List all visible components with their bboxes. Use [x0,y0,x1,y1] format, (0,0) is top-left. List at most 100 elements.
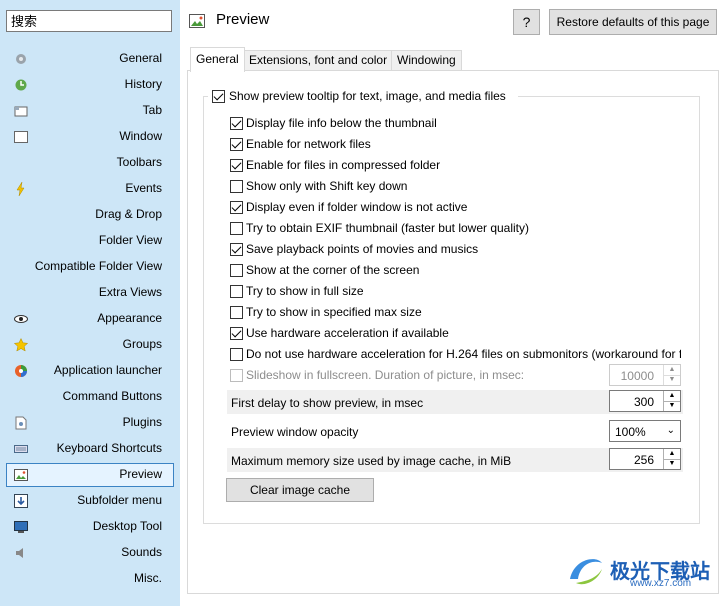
sidebar-item-label: Extra Views [98,285,162,299]
sidebar-item-groups[interactable]: Groups [6,333,174,357]
select-value: 100% [615,425,646,439]
slideshow-label: Slideshow in fullscreen. Duration of pic… [246,368,525,382]
sidebar-item-general[interactable]: General [6,47,174,71]
first-delay-label: First delay to show preview, in msec [231,396,424,410]
sidebar-item-label: Groups [122,337,162,351]
sidebar-item-label: Plugins [122,415,162,429]
display-file-info-checkbox[interactable] [230,117,243,130]
opacity-label: Preview window opacity [231,425,359,439]
exif-thumbnail-checkbox[interactable] [230,222,243,235]
sidebar-item-folder-view[interactable]: Folder View [6,229,174,253]
option-label: Enable for files in compressed folder [246,158,441,172]
sidebar-item-command-buttons[interactable]: Command Buttons [6,385,174,409]
sidebar-item-appearance[interactable]: Appearance [6,307,174,331]
chevron-down-icon[interactable]: ▼ [664,401,680,411]
enable-compressed-folder-checkbox[interactable] [230,159,243,172]
picture-icon [14,469,28,481]
save-playback-points-checkbox[interactable] [230,243,243,256]
sidebar-item-application-launcher[interactable]: Application launcher [6,359,174,383]
show-preview-tooltip-label: Show preview tooltip for text, image, an… [229,89,506,103]
star-icon [14,338,28,352]
specified-max-size-checkbox[interactable] [230,306,243,319]
sidebar-item-tab[interactable]: Tab [6,99,174,123]
option-label: Enable for network files [246,137,371,151]
sidebar-item-preview[interactable]: Preview [6,463,174,487]
chevron-down-icon[interactable]: ▼ [664,459,680,469]
help-button[interactable]: ? [513,9,540,35]
sidebar-item-label: Keyboard Shortcuts [56,441,162,455]
slideshow-duration-stepper[interactable]: 10000 ▲ ▼ [609,364,681,386]
plugin-icon [15,416,27,430]
sidebar-item-label: Subfolder menu [77,493,162,507]
no-hw-accel-h264-checkbox[interactable] [230,348,243,361]
sidebar-item-label: Command Buttons [62,389,162,403]
tab-icon [14,106,28,117]
page-title: Preview [216,11,270,28]
sidebar-item-drag-drop[interactable]: Drag & Drop [6,203,174,227]
enable-network-files-checkbox[interactable] [230,138,243,151]
tab-extensions-font-color[interactable]: Extensions, font and color [243,50,394,71]
tab-windowing[interactable]: Windowing [391,50,462,71]
sidebar-item-label: General [119,51,162,65]
monitor-icon [14,521,28,533]
option-label-clip: Do not use hardware acceleration for H.2… [246,347,681,363]
sidebar-item-label: Desktop Tool [92,519,162,533]
sidebar-item-keyboard-shortcuts[interactable]: Keyboard Shortcuts [6,437,174,461]
option-label: Do not use hardware acceleration for H.2… [246,347,681,361]
sidebar-item-misc[interactable]: Misc. [6,567,174,591]
window-icon [14,131,28,143]
sidebar-item-label: Toolbars [116,155,162,169]
sidebar-item-label: Tab [142,103,162,117]
sidebar-item-extra-views[interactable]: Extra Views [6,281,174,305]
sidebar-item-label: Preview [119,467,162,481]
sidebar-item-label: Compatible Folder View [34,259,162,273]
sidebar-item-label: Misc. [134,571,162,585]
option-label: Show at the corner of the screen [246,263,420,277]
sidebar-item-sounds[interactable]: Sounds [6,541,174,565]
option-label: Display file info below the thumbnail [246,116,437,130]
sidebar-item-label: Sounds [121,545,162,559]
slideshow-checkbox[interactable] [230,369,243,382]
sidebar-item-toolbars[interactable]: Toolbars [6,151,174,175]
full-size-checkbox[interactable] [230,285,243,298]
sidebar: General History Tab Window Toolbars Even… [0,0,180,606]
launcher-icon [15,365,27,377]
clear-image-cache-button[interactable]: Clear image cache [226,478,374,502]
option-label: Try to show in specified max size [246,305,422,319]
display-inactive-window-checkbox[interactable] [230,201,243,214]
sidebar-item-events[interactable]: Events [6,177,174,201]
sidebar-item-desktop-tool[interactable]: Desktop Tool [6,515,174,539]
watermark-logo: 极光下载站 www.xz7.com [566,551,718,591]
stepper-value: 300 [633,395,654,409]
first-delay-stepper[interactable]: 300 ▲ ▼ [609,390,681,412]
option-label: Save playback points of movies and music… [246,242,479,256]
restore-defaults-button[interactable]: Restore defaults of this page [549,9,717,35]
option-label: Try to show in full size [246,284,364,298]
sidebar-item-plugins[interactable]: Plugins [6,411,174,435]
sidebar-item-label: Folder View [98,233,162,247]
option-label: Show only with Shift key down [246,179,408,193]
stepper-value: 10000 [620,369,654,383]
show-preview-tooltip-checkbox[interactable] [212,90,225,103]
hardware-acceleration-checkbox[interactable] [230,327,243,340]
search-input[interactable] [6,10,172,32]
corner-of-screen-checkbox[interactable] [230,264,243,277]
option-label: Use hardware acceleration if available [246,326,449,340]
sidebar-item-label: Events [125,181,162,195]
option-label: Display even if folder window is not act… [246,200,468,214]
sidebar-item-window[interactable]: Window [6,125,174,149]
arrow-down-icon [14,494,28,508]
chevron-down-icon[interactable]: ▼ [664,375,680,385]
history-icon [15,79,27,91]
option-label: Try to obtain EXIF thumbnail (faster but… [246,221,530,235]
sidebar-item-compatible-folder-view[interactable]: Compatible Folder View [6,255,174,279]
tab-general[interactable]: General [190,47,245,72]
speaker-icon [16,548,23,558]
cache-size-stepper[interactable]: 256 ▲ ▼ [609,448,681,470]
sidebar-item-history[interactable]: History [6,73,174,97]
opacity-select[interactable]: 100% ⌄ [609,420,681,442]
picture-icon [189,14,205,28]
shift-key-checkbox[interactable] [230,180,243,193]
sidebar-item-label: History [124,77,162,91]
sidebar-item-subfolder-menu[interactable]: Subfolder menu [6,489,174,513]
